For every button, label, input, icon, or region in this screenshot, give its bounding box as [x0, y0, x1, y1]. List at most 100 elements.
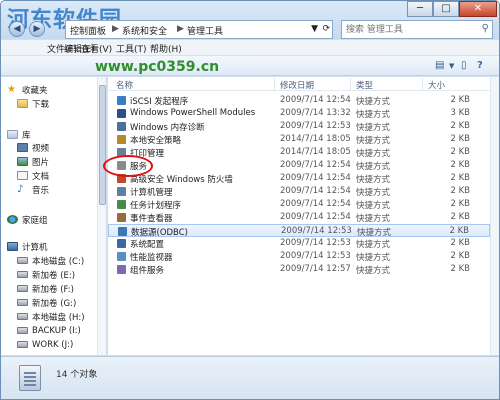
file-row[interactable]: 打印管理 2014/7/14 18:05 快捷方式 2 KB — [108, 146, 490, 159]
file-row[interactable]: 数据源(ODBC) 2009/7/14 12:53 快捷方式 2 KB — [108, 224, 490, 238]
file-type: 快捷方式 — [356, 266, 391, 276]
shortcut-icon — [117, 96, 126, 105]
file-row[interactable]: 系统配置 2009/7/14 12:53 快捷方式 2 KB — [108, 237, 490, 250]
file-type: 快捷方式 — [356, 162, 391, 172]
menu-help[interactable]: 帮助(H) — [150, 42, 182, 55]
chevron-down-icon[interactable]: ▼ — [311, 24, 318, 34]
caption-buttons: ─ □ ✕ — [407, 1, 497, 17]
file-date: 2009/7/14 12:54 — [280, 160, 351, 170]
file-name: 事件查看器 — [130, 214, 173, 224]
shortcut-icon — [117, 135, 126, 144]
view-options-icon[interactable]: ▤ — [435, 60, 444, 71]
nav-videos[interactable]: 视频 — [17, 141, 49, 154]
nav-drive-c[interactable]: 本地磁盘 (C:) — [17, 254, 84, 267]
file-size: 2 KB — [450, 251, 470, 261]
file-row[interactable]: 性能监视器 2009/7/14 12:53 快捷方式 2 KB — [108, 250, 490, 263]
star-icon: ★ — [7, 84, 16, 95]
nav-drive-j[interactable]: WORK (J:) — [17, 338, 73, 351]
nav-documents[interactable]: 文档 — [17, 169, 49, 182]
menu-tools[interactable]: 工具(T) — [116, 42, 147, 55]
status-bar: 14 个对象 — [1, 356, 499, 399]
nav-drive-e[interactable]: 新加卷 (E:) — [17, 268, 75, 281]
close-button[interactable]: ✕ — [459, 1, 497, 17]
file-row[interactable]: 组件服务 2009/7/14 12:57 快捷方式 2 KB — [108, 263, 490, 276]
file-size: 2 KB — [449, 226, 469, 236]
chevron-down-icon[interactable]: ▼ — [449, 62, 454, 70]
nav-libraries[interactable]: 库 — [7, 128, 31, 141]
file-date: 2009/7/14 12:53 — [280, 251, 351, 261]
file-date: 2009/7/14 12:53 — [280, 238, 351, 248]
refresh-icon[interactable]: ⟳ — [322, 24, 330, 34]
file-type: 快捷方式 — [356, 188, 391, 198]
file-row[interactable]: 本地安全策略 2014/7/14 18:05 快捷方式 2 KB — [108, 133, 490, 146]
file-size: 2 KB — [450, 173, 470, 183]
file-size: 2 KB — [450, 95, 470, 105]
nav-favorites[interactable]: ★ 收藏夹 — [7, 83, 48, 96]
file-list-scrollbar[interactable] — [490, 77, 499, 355]
file-type: 快捷方式 — [356, 110, 391, 120]
nav-pictures[interactable]: 图片 — [17, 155, 49, 168]
nav-computer[interactable]: 计算机 — [7, 240, 48, 253]
nav-drive-f[interactable]: 新加卷 (F:) — [17, 282, 74, 295]
address-segment-control-panel[interactable]: 控制面板 — [70, 24, 106, 37]
nav-drive-h[interactable]: 本地磁盘 (H:) — [17, 310, 85, 323]
search-input[interactable] — [346, 23, 476, 37]
title-bar: 河东软件园 ─ □ ✕ ◀ ▶ 控制面板 ▶ 系统和安全 ▶ 管理工具 ▼ ⟳ … — [1, 1, 499, 39]
column-type[interactable]: 类型 — [356, 79, 373, 91]
file-type: 快捷方式 — [356, 214, 391, 224]
nav-homegroup[interactable]: 家庭组 — [7, 213, 48, 226]
nav-music[interactable]: ♪ 音乐 — [17, 183, 49, 196]
file-type: 快捷方式 — [356, 240, 391, 250]
column-name[interactable]: 名称 — [116, 79, 133, 91]
forward-button[interactable]: ▶ — [29, 21, 45, 37]
nav-scrollbar[interactable] — [97, 77, 106, 355]
nav-label: 本地磁盘 (C:) — [32, 256, 85, 267]
file-type: 快捷方式 — [356, 136, 391, 146]
file-name: 组件服务 — [130, 266, 165, 276]
maximize-button[interactable]: □ — [433, 1, 459, 17]
file-row[interactable]: iSCSI 发起程序 2009/7/14 12:54 快捷方式 2 KB — [108, 94, 490, 107]
file-row[interactable]: 服务 2009/7/14 12:54 快捷方式 2 KB — [108, 159, 490, 172]
file-row[interactable]: 任务计划程序 2009/7/14 12:54 快捷方式 2 KB — [108, 198, 490, 211]
help-icon[interactable]: ? — [477, 60, 483, 71]
navigation-pane: ★ 收藏夹 下载 库 视频 图片 文档 ♪ 音乐 家庭组 计算机 本地磁盘 (C… — [1, 77, 107, 355]
menu-view[interactable]: 查看(V) — [81, 42, 112, 55]
file-size: 2 KB — [450, 238, 470, 248]
nav-label: 库 — [22, 130, 31, 141]
back-button[interactable]: ◀ — [9, 21, 25, 37]
file-row[interactable]: Windows PowerShell Modules 2009/7/14 13:3… — [108, 107, 490, 120]
file-type: 快捷方式 — [356, 253, 391, 263]
file-row[interactable]: 高级安全 Windows 防火墙 2009/7/14 12:54 快捷方式 2 KB — [108, 172, 490, 185]
file-name: Windows PowerShell Modules — [130, 108, 256, 118]
address-segment-system-security[interactable]: 系统和安全 — [122, 24, 167, 37]
file-row[interactable]: 事件查看器 2009/7/14 12:54 快捷方式 2 KB — [108, 211, 490, 224]
nav-label: 图片 — [32, 157, 50, 168]
search-box[interactable]: ⚲ — [341, 20, 493, 39]
nav-scrollbar-thumb[interactable] — [99, 85, 106, 205]
file-row[interactable]: 计算机管理 2009/7/14 12:54 快捷方式 2 KB — [108, 185, 490, 198]
shortcut-icon — [117, 109, 126, 118]
preview-pane-icon[interactable]: ▯ — [461, 60, 467, 71]
address-separator[interactable]: ▶ — [177, 24, 184, 34]
nav-drive-g[interactable]: 新加卷 (G:) — [17, 296, 76, 309]
shortcut-icon — [117, 187, 126, 196]
address-segment-admin-tools[interactable]: 管理工具 — [187, 24, 223, 37]
file-date: 2009/7/14 12:57 — [280, 264, 351, 274]
nav-label: 新加卷 (F:) — [32, 284, 74, 295]
file-size: 2 KB — [450, 147, 470, 157]
nav-drive-i[interactable]: BACKUP (I:) — [17, 324, 81, 337]
nav-label: 新加卷 (E:) — [32, 270, 76, 281]
file-date: 2009/7/14 12:54 — [280, 199, 351, 209]
file-name: 计算机管理 — [130, 188, 173, 198]
column-size[interactable]: 大小 — [428, 79, 445, 91]
drive-icon — [17, 285, 28, 292]
shortcut-icon — [117, 213, 126, 222]
search-icon[interactable]: ⚲ — [482, 23, 489, 34]
address-separator[interactable]: ▶ — [112, 24, 119, 34]
column-date[interactable]: 修改日期 — [280, 79, 314, 91]
minimize-button[interactable]: ─ — [407, 1, 433, 17]
file-row[interactable]: Windows 内存诊断 2009/7/14 12:53 快捷方式 2 KB — [108, 120, 490, 133]
nav-downloads[interactable]: 下载 — [17, 97, 49, 110]
address-bar[interactable]: 控制面板 ▶ 系统和安全 ▶ 管理工具 ▼ ⟳ — [65, 20, 333, 39]
shortcut-icon — [118, 227, 127, 236]
